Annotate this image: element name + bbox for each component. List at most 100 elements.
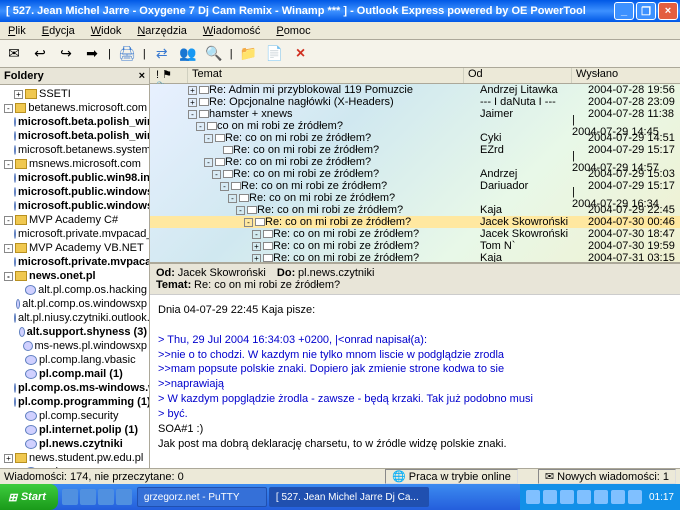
new-mail-icon[interactable]: ✉ [4, 44, 24, 64]
thread-expand-icon[interactable]: - [196, 122, 205, 131]
start-button[interactable]: ⊞ Start [0, 484, 58, 510]
tree-node[interactable]: -news.onet.pl [2, 269, 147, 283]
tree-node[interactable]: pl.comp.programming (1) [2, 395, 147, 409]
message-row[interactable]: - Re: co on mi robi ze źródłem?Andrzej20… [150, 168, 680, 180]
message-row[interactable]: + Re: Admin mi przyblokowal 119 Pomuzcie… [150, 84, 680, 96]
tray-icon[interactable] [577, 490, 591, 504]
tree-node[interactable]: alt.pl.niusy.czytniki.outlook.expr [2, 311, 147, 325]
close-panel-icon[interactable]: × [139, 70, 145, 82]
tree-node[interactable]: microsoft.public.windows.in [2, 199, 147, 213]
find-icon[interactable]: 🔍 [204, 44, 224, 64]
tree-node[interactable]: alt.pl.comp.os.windowsxp [2, 297, 147, 311]
addresses-icon[interactable]: 👥 [178, 44, 198, 64]
expand-icon[interactable]: - [4, 272, 13, 281]
tray-icon[interactable] [526, 490, 540, 504]
delete-icon[interactable]: × [291, 44, 311, 64]
menu-widok[interactable]: Widok [87, 25, 126, 37]
thread-expand-icon[interactable]: - [220, 182, 229, 191]
reply-icon[interactable]: ↩ [30, 44, 50, 64]
expand-icon[interactable]: + [14, 90, 23, 99]
reply-all-icon[interactable]: ↪ [56, 44, 76, 64]
menu-narzedzia[interactable]: Narzędzia [133, 25, 191, 37]
expand-icon[interactable]: - [4, 104, 13, 113]
tree-node[interactable]: pl.comp.lang.vbasic [2, 353, 147, 367]
message-row[interactable]: - Re: co on mi robi ze źródłem?|2004-07-… [150, 192, 680, 204]
message-row[interactable]: + Re: co on mi robi ze źródłem?Kaja2004-… [150, 252, 680, 262]
menu-plik[interactable]: Plik [4, 25, 30, 37]
message-row[interactable]: - co on mi robi ze źródłem?|2004-07-29 1… [150, 120, 680, 132]
close-button[interactable]: × [658, 2, 678, 20]
message-row[interactable]: - Re: co on mi robi ze źródłem?Jacek Sko… [150, 216, 680, 228]
tree-node[interactable]: -MVP Academy C# [2, 213, 147, 227]
message-row[interactable]: - Re: co on mi robi ze źródłem?Kaja2004-… [150, 204, 680, 216]
message-row[interactable]: + Re: co on mi robi ze źródłem?Tom N`200… [150, 240, 680, 252]
thread-expand-icon[interactable]: - [212, 170, 221, 179]
col-icons[interactable]: ! ⚑ 📎 [150, 68, 188, 83]
message-row[interactable]: - Re: co on mi robi ze źródłem?Jacek Sko… [150, 228, 680, 240]
tree-node[interactable]: alt.support.shyness (3) [2, 325, 147, 339]
tree-node[interactable]: pl.comp.os.ms-windows.win [2, 381, 147, 395]
tray-icon[interactable] [628, 490, 642, 504]
ql-icon[interactable] [62, 489, 78, 505]
expand-icon[interactable]: - [4, 160, 13, 169]
print-icon[interactable]: 🖨 [117, 44, 137, 64]
tree-node[interactable]: -MVP Academy VB.NET [2, 241, 147, 255]
expand-icon[interactable]: - [4, 216, 13, 225]
minimize-button[interactable]: _ [614, 2, 634, 20]
tree-node[interactable]: microsoft.beta.polish_windowsx [2, 129, 147, 143]
tray-icon[interactable] [594, 490, 608, 504]
tree-node[interactable]: microsoft.beta.polish_windowsx [2, 115, 147, 129]
col-from[interactable]: Od [464, 68, 572, 83]
tray-icon[interactable] [543, 490, 557, 504]
tray-icon[interactable] [611, 490, 625, 504]
thread-expand-icon[interactable]: - [188, 110, 197, 119]
ql-icon[interactable] [80, 489, 96, 505]
tree-node[interactable]: microsoft.betanews.systems.anr [2, 143, 147, 157]
tree-node[interactable]: -betanews.microsoft.com [2, 101, 147, 115]
tree-node[interactable]: microsoft.public.windows.in [2, 185, 147, 199]
thread-expand-icon[interactable]: + [188, 86, 197, 95]
preview-body[interactable]: Dnia 04-07-29 22:45 Kaja pisze: > Thu, 2… [150, 295, 680, 468]
tree-node[interactable]: microsoft.private.mvpacad [2, 255, 147, 269]
thread-expand-icon[interactable]: - [236, 206, 245, 215]
thread-expand-icon[interactable]: - [204, 158, 213, 167]
col-subject[interactable]: Temat [188, 68, 464, 83]
ql-icon[interactable] [116, 489, 132, 505]
menu-wiadomosc[interactable]: Wiadomość [199, 25, 264, 37]
message-row[interactable]: + Re: Opcjonalne nagłówki (X-Headers)---… [150, 96, 680, 108]
ql-icon[interactable] [98, 489, 114, 505]
tree-node[interactable]: +news.student.pw.edu.pl [2, 451, 147, 465]
taskbar-task-outlook[interactable]: [ 527. Jean Michel Jarre Dj Ca... [269, 487, 429, 507]
tree-node[interactable]: +SSETI [2, 87, 147, 101]
tree-node[interactable]: -msnews.microsoft.com [2, 157, 147, 171]
thread-expand-icon[interactable]: - [252, 230, 261, 239]
maximize-button[interactable]: ❐ [636, 2, 656, 20]
taskbar-task-putty[interactable]: grzegorz.net - PuTTY [137, 487, 267, 507]
expand-icon[interactable]: - [4, 244, 13, 253]
col-date[interactable]: Wysłano [572, 68, 680, 83]
tree-node[interactable]: ms-news.pl.windowsxp [2, 339, 147, 353]
tree-node[interactable]: pl.comp.security [2, 409, 147, 423]
file-icon[interactable]: 📄 [265, 44, 285, 64]
thread-expand-icon[interactable]: + [252, 254, 261, 263]
tree-node[interactable]: microsoft.public.win98.intern [2, 171, 147, 185]
clock[interactable]: 01:17 [645, 492, 674, 503]
thread-expand-icon[interactable]: - [244, 218, 253, 227]
thread-expand-icon[interactable]: - [228, 194, 237, 203]
tree-node[interactable]: pl.comp.mail (1) [2, 367, 147, 381]
menu-pomoc[interactable]: Pomoc [272, 25, 314, 37]
tree-node[interactable]: pl.news.czytniki [2, 437, 147, 451]
thread-expand-icon[interactable]: + [252, 242, 261, 251]
folder-icon[interactable]: 📁 [239, 44, 259, 64]
tree-node[interactable]: microsoft.private.mvpacad_whic [2, 227, 147, 241]
message-row[interactable]: - Re: co on mi robi ze źródłem?|2004-07-… [150, 156, 680, 168]
message-list[interactable]: + Re: Admin mi przyblokowal 119 Pomuzcie… [150, 84, 680, 262]
forward-icon[interactable]: ➡ [82, 44, 102, 64]
tree-node[interactable]: pw.humor [2, 465, 147, 468]
expand-icon[interactable]: + [4, 454, 13, 463]
thread-expand-icon[interactable]: + [188, 98, 197, 107]
tree-node[interactable]: alt.pl.comp.os.hacking [2, 283, 147, 297]
message-row[interactable]: - Re: co on mi robi ze źródłem?Cyki2004-… [150, 132, 680, 144]
send-recv-icon[interactable]: ⇄ [152, 44, 172, 64]
folder-tree[interactable]: +SSETI-betanews.microsoft.commicrosoft.b… [0, 85, 149, 468]
